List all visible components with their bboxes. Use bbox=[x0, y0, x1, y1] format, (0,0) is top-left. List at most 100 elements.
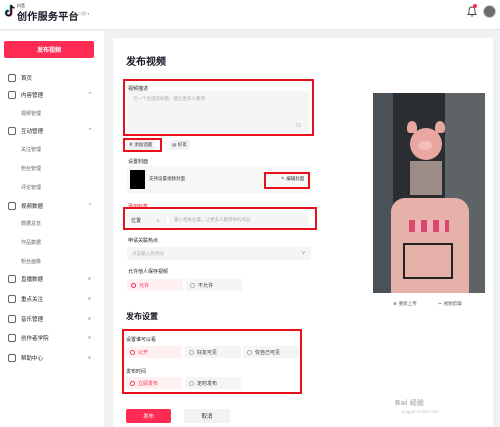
sidebar-item-label: 首页 bbox=[21, 76, 33, 82]
sidebar-item-music[interactable]: 音乐管理 v bbox=[0, 312, 104, 326]
radio-selected-icon bbox=[130, 380, 135, 386]
focus-icon bbox=[8, 295, 16, 303]
radio-icon bbox=[189, 349, 194, 355]
preview-blurred-text bbox=[409, 220, 449, 232]
avatar[interactable] bbox=[483, 5, 496, 18]
sidebar-sub-fans[interactable]: 粉丝管理 bbox=[21, 165, 41, 172]
video-edit-button[interactable]: ✂ 视频剪辑 bbox=[438, 301, 462, 308]
cover-hint: 支持设置视频封面 bbox=[149, 177, 185, 182]
sidebar-sub-overview[interactable]: 数据总览 bbox=[21, 220, 41, 227]
sidebar-item-label: 视频数据 bbox=[21, 204, 44, 210]
sidebar-item-label: 直播数据 bbox=[21, 277, 44, 283]
allow-save-label: 允许他人保存视频 bbox=[128, 269, 169, 275]
chevron-down-icon: v bbox=[88, 316, 91, 322]
interaction-icon bbox=[8, 127, 16, 135]
account-switcher[interactable]: 口袋 ▾ bbox=[78, 11, 89, 17]
location-input[interactable]: 输入相关位置，让更多人看到你的作品 bbox=[169, 213, 309, 227]
sidebar-sub-fan-profile[interactable]: 粉丝画像 bbox=[21, 258, 41, 265]
chevron-down-icon: v bbox=[88, 355, 91, 361]
hotspot-label: 申请关联热点 bbox=[128, 238, 159, 244]
radio-icon bbox=[247, 349, 252, 355]
description-char-count: 55 bbox=[296, 123, 302, 128]
sidebar-item-video-data[interactable]: 视频数据 ^ bbox=[0, 199, 104, 213]
sidebar-sub-follow[interactable]: 关注管理 bbox=[21, 146, 41, 153]
chevron-down-icon: v bbox=[88, 335, 91, 341]
visibility-friends[interactable]: 好友可见 bbox=[185, 346, 241, 358]
preview-pig-snout bbox=[418, 141, 432, 150]
radio-selected-icon bbox=[131, 282, 136, 288]
chevron-down-icon: v bbox=[88, 296, 91, 302]
sidebar-item-home[interactable]: 首页 bbox=[0, 71, 104, 85]
data-icon bbox=[8, 202, 16, 210]
baidu-watermark-url: jingyan.baidu.com bbox=[402, 409, 439, 414]
chevron-down-icon: v bbox=[302, 250, 305, 256]
publish-settings-title: 发布设置 bbox=[126, 312, 158, 321]
sidebar-item-content[interactable]: 内容管理 ^ bbox=[0, 88, 104, 102]
sidebar: 发布视频 首页 内容管理 ^ 视频管理 互动管理 ^ 关注管理 粉丝管理 评论管… bbox=[0, 31, 104, 427]
reupload-label: 重新上传 bbox=[398, 302, 417, 307]
sidebar-sub-video-manage[interactable]: 视频管理 bbox=[21, 110, 41, 117]
help-icon bbox=[8, 354, 16, 362]
notification-dot bbox=[473, 4, 477, 8]
sidebar-sub-works-data[interactable]: 作品数据 bbox=[21, 239, 41, 246]
sidebar-item-label: 内容管理 bbox=[21, 93, 44, 99]
upload-icon: ⊕ bbox=[393, 301, 397, 307]
option-label: 公开 bbox=[138, 349, 149, 356]
sidebar-sub-comments[interactable]: 评论管理 bbox=[21, 184, 41, 191]
academy-icon bbox=[8, 334, 16, 342]
platform-title[interactable]: 创作服务平台 bbox=[17, 8, 79, 23]
description-input[interactable]: 写一个合适的标题，能让更多人看到 55 bbox=[127, 91, 309, 133]
sidebar-item-focus[interactable]: 重点关注 v bbox=[0, 292, 104, 306]
option-label: 立即发布 bbox=[138, 380, 159, 387]
page-title: 发布视频 bbox=[126, 57, 166, 68]
cover-label: 设置封面 bbox=[128, 159, 149, 165]
radio-icon bbox=[189, 380, 194, 386]
publish-now[interactable]: 立即发布 bbox=[126, 377, 182, 389]
publish-video-button[interactable]: 发布视频 bbox=[4, 41, 94, 58]
sidebar-item-label: 音乐管理 bbox=[21, 317, 44, 323]
mention-friend-button[interactable]: @ 好友 bbox=[169, 140, 190, 150]
submit-button[interactable]: 发布 bbox=[126, 409, 171, 423]
chevron-down-icon: v bbox=[88, 276, 91, 282]
publish-time-label: 发布时间 bbox=[126, 369, 147, 375]
publish-scheduled[interactable]: 定时发布 bbox=[185, 377, 241, 389]
video-preview[interactable] bbox=[373, 93, 485, 293]
cover-thumbnail[interactable] bbox=[130, 170, 145, 189]
location-select-value: 位置 bbox=[131, 217, 142, 224]
top-bar: 抖音 创作服务平台 口袋 ▾ bbox=[0, 0, 500, 30]
option-label: 不允许 bbox=[198, 282, 214, 289]
chevron-up-icon: ^ bbox=[88, 203, 93, 209]
baidu-watermark: Bai 经验 bbox=[395, 399, 424, 407]
allow-save-option-no[interactable]: 不允许 bbox=[186, 279, 242, 291]
sidebar-item-label: 重点关注 bbox=[21, 297, 44, 303]
radio-icon bbox=[190, 282, 195, 288]
option-label: 允许 bbox=[139, 282, 150, 289]
main-panel: 发布视频 视频描述 写一个合适的标题，能让更多人看到 55 # 添加话题 @ 好… bbox=[113, 38, 493, 427]
preview-background bbox=[373, 93, 393, 293]
location-select[interactable]: 位置 v bbox=[127, 213, 167, 227]
sidebar-item-help[interactable]: 帮助中心 v bbox=[0, 351, 104, 365]
add-topic-button[interactable]: # 添加话题 bbox=[126, 140, 156, 150]
sidebar-item-interaction[interactable]: 互动管理 ^ bbox=[0, 124, 104, 138]
music-icon bbox=[8, 315, 16, 323]
visibility-label: 设置谁可以看 bbox=[126, 337, 157, 343]
sidebar-item-label: 帮助中心 bbox=[21, 356, 44, 362]
allow-save-option-yes[interactable]: 允许 bbox=[127, 279, 183, 291]
highlight-edit-cover bbox=[264, 172, 310, 189]
preview-blurred-face bbox=[410, 161, 442, 195]
content-icon bbox=[8, 91, 16, 99]
visibility-private[interactable]: 仅自己可见 bbox=[243, 346, 299, 358]
sidebar-item-live-data[interactable]: 直播数据 v bbox=[0, 272, 104, 286]
hotspot-input[interactable]: 点击输入热点词 v bbox=[127, 247, 311, 260]
sidebar-item-academy[interactable]: 创作者学院 v bbox=[0, 331, 104, 345]
cancel-button[interactable]: 取消 bbox=[184, 409, 230, 423]
scissors-icon: ✂ bbox=[438, 301, 442, 307]
reupload-button[interactable]: ⊕ 重新上传 bbox=[393, 301, 417, 308]
sidebar-item-label: 创作者学院 bbox=[21, 336, 49, 342]
douyin-logo-icon[interactable] bbox=[4, 4, 16, 18]
chevron-up-icon: ^ bbox=[88, 128, 93, 134]
video-edit-label: 视频剪辑 bbox=[443, 302, 462, 307]
visibility-public[interactable]: 公开 bbox=[126, 346, 182, 358]
home-icon bbox=[8, 74, 16, 82]
live-icon bbox=[8, 275, 16, 283]
